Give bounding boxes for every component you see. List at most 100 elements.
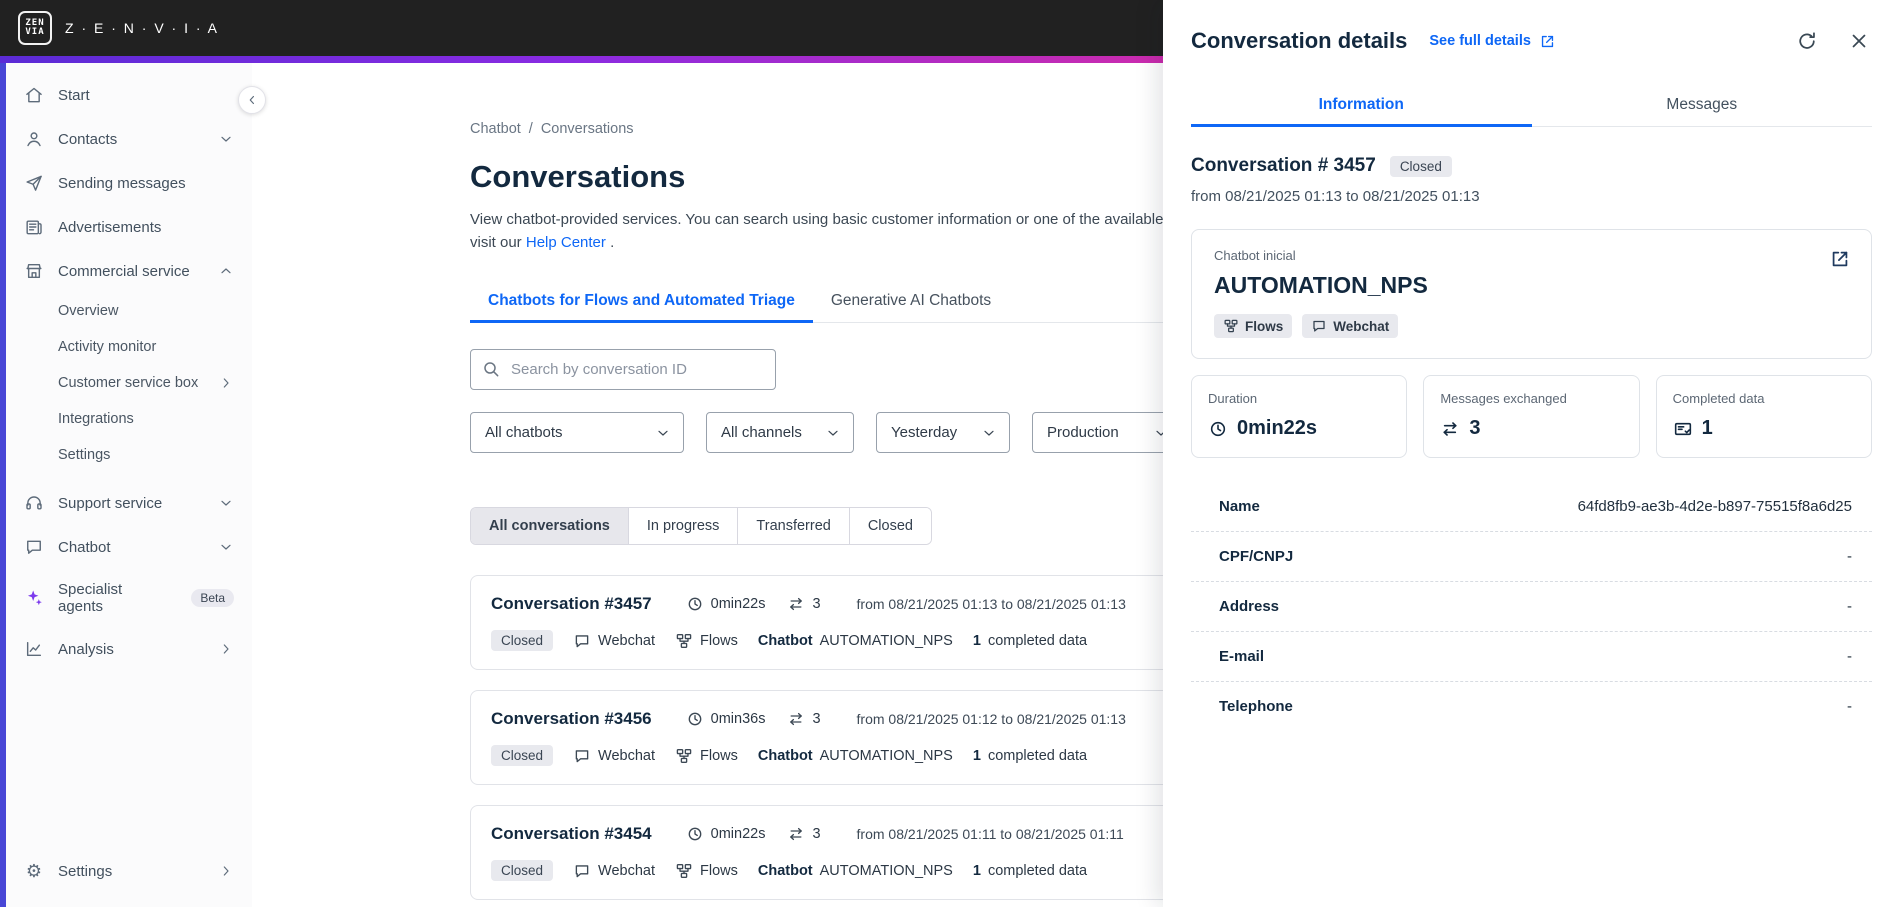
chevron-down-icon [981, 425, 997, 441]
sidebar-subitem-label: Settings [58, 447, 111, 463]
sidebar-item-advertisements[interactable]: Advertisements [6, 205, 252, 249]
drawer-body: Conversation # 3457 Closed from 08/21/20… [1163, 127, 1900, 731]
sidebar-item-label: Chatbot [58, 538, 111, 556]
search-input[interactable] [470, 349, 776, 390]
drawer-tab-messages[interactable]: Messages [1532, 84, 1873, 126]
environment-filter-select[interactable]: Production [1032, 412, 1182, 453]
chevron-right-icon [218, 641, 234, 657]
webchat-icon [573, 747, 591, 765]
drawer-tab-information[interactable]: Information [1191, 84, 1532, 127]
open-chatbot-button[interactable] [1829, 248, 1851, 270]
see-full-details-link[interactable]: See full details [1429, 33, 1556, 50]
tab-chatbots-flows[interactable]: Chatbots for Flows and Automated Triage [470, 280, 813, 323]
sidebar-item-specialist-agents[interactable]: Specialist agents Beta [6, 569, 252, 627]
refresh-button[interactable] [1796, 30, 1818, 52]
status-tab-transferred[interactable]: Transferred [737, 508, 849, 544]
status-badge: Closed [491, 745, 554, 766]
contacts-icon [24, 129, 44, 149]
left-accent-strip [0, 63, 6, 907]
conversation-title[interactable]: Conversation #3456 [491, 709, 652, 729]
sidebar-subitem-activity-monitor[interactable]: Activity monitor [6, 329, 252, 365]
sidebar-item-settings[interactable]: ⚙ Settings [6, 849, 252, 893]
drawer-tabs: Information Messages [1191, 84, 1872, 127]
close-button[interactable] [1848, 30, 1870, 52]
help-center-link[interactable]: Help Center [526, 234, 606, 251]
select-value: Production [1047, 424, 1119, 441]
brand-text: Z · E · N · V · I · A [65, 20, 219, 36]
sidebar-item-analysis[interactable]: Analysis [6, 627, 252, 671]
status-tab-all-conversations[interactable]: All conversations [471, 508, 628, 544]
chatbot-label: Chatbot [757, 862, 813, 879]
chevron-down-icon [655, 425, 671, 441]
duration-value: 0min36s [710, 711, 766, 727]
clock-icon [1208, 419, 1228, 439]
sidebar-item-support-service[interactable]: Support service [6, 481, 252, 525]
chevron-up-icon [218, 263, 234, 279]
stat-value: 3 [1469, 417, 1481, 439]
status-badge: Closed [1389, 155, 1452, 177]
conversation-title[interactable]: Conversation #3454 [491, 824, 652, 844]
drawer-conversation-range: from 08/21/2025 01:13 to 08/21/2025 01:1… [1191, 188, 1480, 205]
chatbot-icon [24, 537, 44, 557]
sidebar-subitem-customer-service-box[interactable]: Customer service box [6, 365, 252, 401]
sidebar-item-label: Contacts [58, 130, 118, 148]
sidebar-subitem-settings[interactable]: Settings [6, 437, 252, 473]
conversation-title[interactable]: Conversation #3457 [491, 594, 652, 614]
status-tab-closed[interactable]: Closed [848, 508, 931, 544]
sidebar-subitem-overview[interactable]: Overview [6, 293, 252, 329]
drawer-conversation-title: Conversation # 3457 [1191, 155, 1376, 176]
chatbot-name: AUTOMATION_NPS [819, 632, 953, 649]
sidebar-subitem-integrations[interactable]: Integrations [6, 401, 252, 437]
drawer-title: Conversation details [1191, 28, 1408, 53]
field-label: Address [1219, 598, 1280, 615]
field-label: Telephone [1219, 698, 1293, 715]
field-label: E-mail [1219, 648, 1265, 665]
stat-completed-data: Completed data 1 [1655, 375, 1872, 458]
status-filter-group: All conversations In progress Transferre… [470, 507, 932, 545]
sidebar-item-chatbot[interactable]: Chatbot [6, 525, 252, 569]
chevron-down-icon [218, 131, 234, 147]
channel-label: Webchat [598, 747, 655, 764]
chevron-down-icon [218, 495, 234, 511]
logo-line: VIA [25, 27, 45, 37]
status-badge: Closed [491, 860, 554, 881]
select-value: All channels [721, 424, 802, 441]
sidebar-item-sending-messages[interactable]: Sending messages [6, 161, 252, 205]
period-filter-select[interactable]: Yesterday [876, 412, 1010, 453]
chatbot-label: Chatbot [757, 747, 813, 764]
stat-label: Completed data [1672, 391, 1765, 406]
sidebar-item-label: Settings [58, 862, 113, 880]
description-line2-suffix: . [610, 233, 615, 251]
tab-generative-ai[interactable]: Generative AI Chatbots [813, 280, 1009, 322]
zenvia-logo-icon[interactable]: ZEN VIA [18, 11, 52, 45]
sidebar-item-label: Support service [58, 494, 163, 512]
field-value: 64fd8fb9-ae3b-4d2e-b897-75515f8a6d25 [1577, 498, 1852, 515]
chevron-down-icon [218, 539, 234, 555]
channels-filter-select[interactable]: All channels [706, 412, 854, 453]
chatbot-name: AUTOMATION_NPS [819, 862, 953, 879]
field-row-name: Name 64fd8fb9-ae3b-4d2e-b897-75515f8a6d2… [1191, 482, 1872, 532]
breadcrumb-parent[interactable]: Chatbot [470, 121, 521, 137]
chatbots-filter-select[interactable]: All chatbots [470, 412, 684, 453]
drawer-header: Conversation details See full details [1163, 0, 1900, 72]
sidebar-item-commercial-service[interactable]: Commercial service [6, 249, 252, 293]
field-row-cpf-cnpj: CPF/CNPJ - [1191, 532, 1872, 582]
field-row-email: E-mail - [1191, 632, 1872, 682]
completed-label: completed data [987, 632, 1088, 649]
description-line2-prefix: visit our [470, 233, 522, 251]
field-row-address: Address - [1191, 582, 1872, 632]
sidebar-subitem-label: Overview [58, 303, 119, 319]
completed-count: 1 [972, 747, 981, 764]
swap-arrows-icon [787, 595, 805, 613]
sidebar-item-contacts[interactable]: Contacts [6, 117, 252, 161]
conversation-range: from 08/21/2025 01:13 to 08/21/2025 01:1… [856, 596, 1126, 612]
completed-count: 1 [972, 632, 981, 649]
analysis-icon [24, 639, 44, 659]
chatbot-card-name: AUTOMATION_NPS [1214, 272, 1428, 298]
field-value: - [1847, 648, 1852, 665]
clock-icon [686, 710, 704, 728]
sidebar-item-start[interactable]: Start [6, 73, 252, 117]
status-tab-in-progress[interactable]: In progress [627, 508, 738, 544]
clock-icon [686, 825, 704, 843]
sidebar-collapse-button[interactable] [238, 86, 266, 114]
